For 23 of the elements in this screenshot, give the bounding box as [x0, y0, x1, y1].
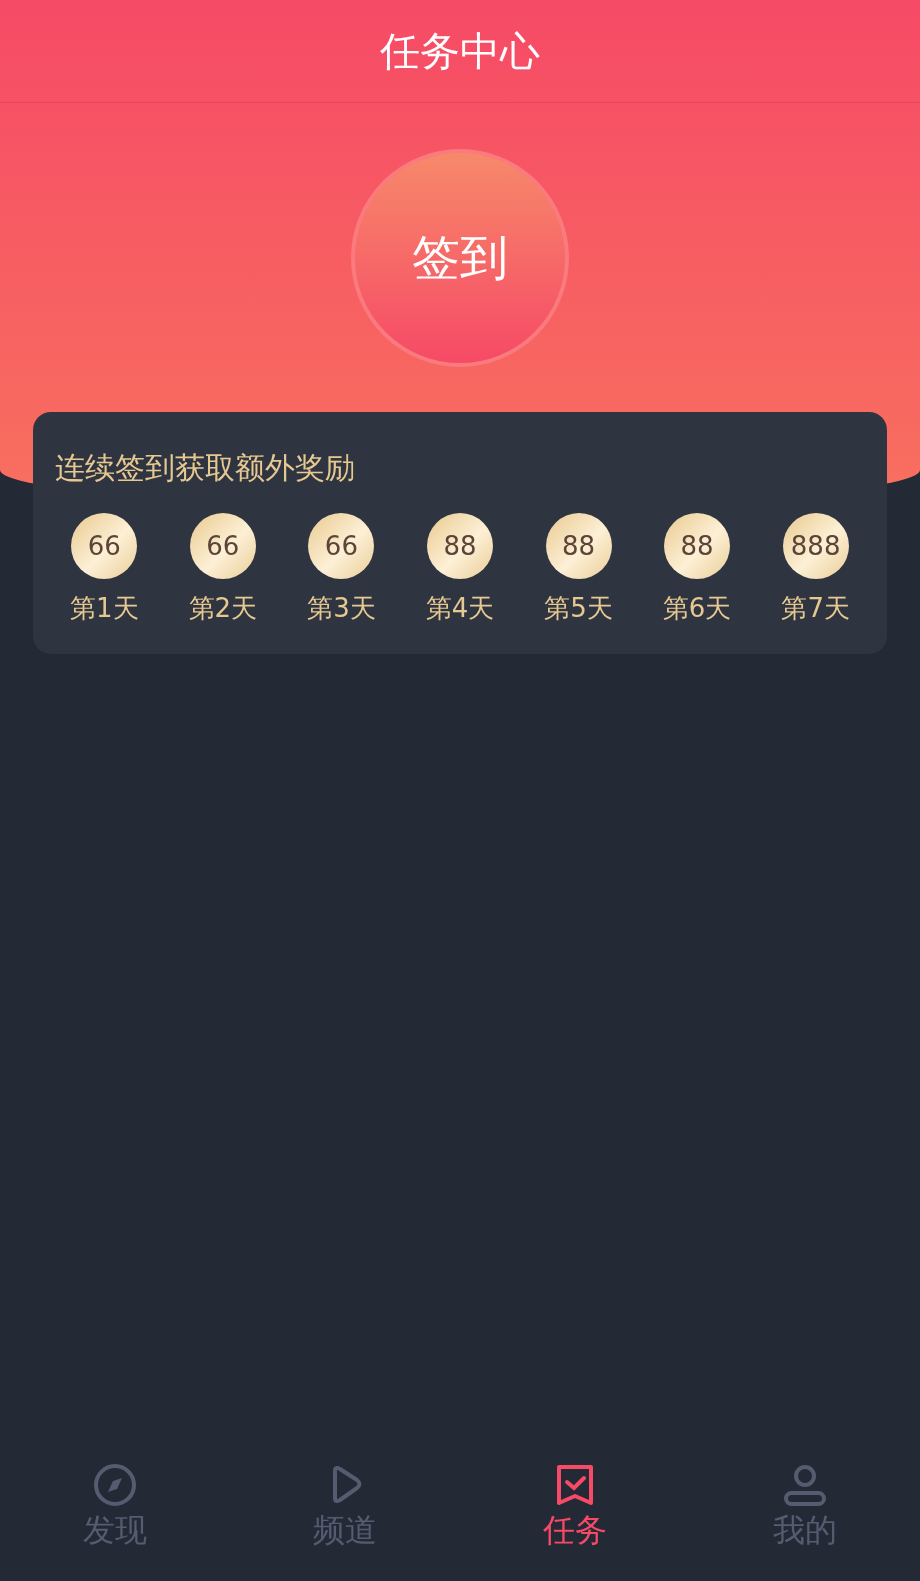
coin-badge: 88 [545, 513, 612, 579]
day-label: 第6天 [662, 592, 732, 625]
day-label: 第4天 [425, 592, 495, 625]
day-label: 第2天 [188, 592, 258, 625]
day-label: 第5天 [544, 592, 613, 625]
page-title: 任务中心 [380, 26, 540, 76]
person-icon [783, 1463, 827, 1507]
coin-badge: 66 [71, 513, 138, 579]
day-label: 第3天 [307, 592, 376, 625]
checkin-button[interactable]: 签到 [351, 149, 569, 367]
compass-icon [93, 1463, 137, 1507]
coin-badge: 66 [308, 513, 375, 579]
day-label: 第1天 [70, 592, 139, 625]
coin-badge: 66 [189, 513, 256, 579]
tab-item[interactable]: 任务 [460, 1443, 690, 1581]
tab-item[interactable]: 频道 [230, 1443, 460, 1581]
rewards-title: 连续签到获取额外奖励 [54, 449, 356, 487]
coin-badge: 88 [426, 513, 493, 579]
day-label: 第7天 [781, 592, 850, 625]
tab-item[interactable]: 我的 [690, 1443, 920, 1581]
coin-badge: 888 [782, 513, 849, 579]
coin-badge: 88 [664, 513, 731, 579]
tab-item[interactable]: 发现 [0, 1443, 230, 1581]
